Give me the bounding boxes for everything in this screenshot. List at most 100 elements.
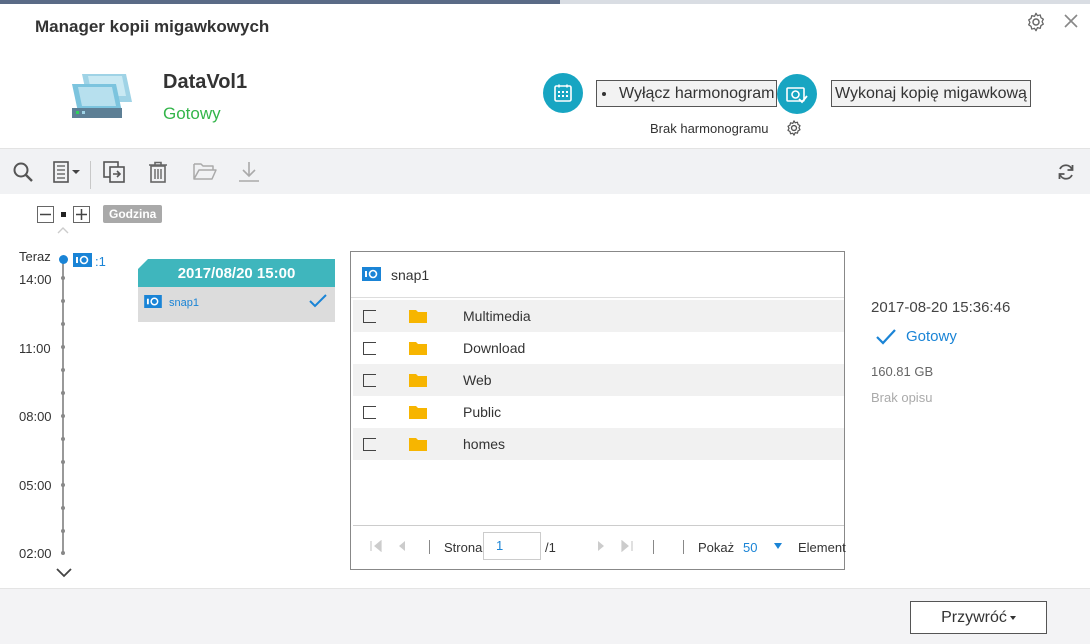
close-icon[interactable] xyxy=(1062,12,1080,30)
folder-name: Web xyxy=(463,372,492,388)
volume-status: Gotowy xyxy=(163,104,221,123)
timeline-time-label: 14:00 xyxy=(19,272,52,287)
row-checkbox[interactable] xyxy=(363,406,376,419)
file-browser-snapshot-name: snap1 xyxy=(391,267,430,283)
pager-separator xyxy=(429,540,430,554)
bullet-icon xyxy=(602,92,606,96)
folder-row[interactable]: Public xyxy=(353,396,844,428)
checkmark-icon xyxy=(876,329,896,345)
timeline-tick xyxy=(61,299,65,303)
snapshot-count[interactable]: :1 xyxy=(95,254,106,269)
view-options-icon[interactable] xyxy=(52,161,86,183)
show-label: Pokaż xyxy=(698,540,735,555)
first-page-icon[interactable] xyxy=(369,540,383,552)
folder-row[interactable]: homes xyxy=(353,428,844,460)
folder-icon xyxy=(409,438,427,451)
disable-schedule-label: Wyłącz harmonogram xyxy=(619,85,775,102)
zoom-out-button[interactable] xyxy=(37,206,54,223)
row-checkbox[interactable] xyxy=(363,342,376,355)
items-per-page-select[interactable]: 50 xyxy=(743,540,757,555)
last-page-icon[interactable] xyxy=(620,540,634,552)
folder-row[interactable]: Web xyxy=(353,364,844,396)
previous-page-icon[interactable] xyxy=(397,540,407,552)
scroll-down-icon[interactable] xyxy=(55,566,73,578)
next-page-icon[interactable] xyxy=(596,540,606,552)
snapshot-card-name: snap1 xyxy=(169,297,199,309)
storage-volume-icon xyxy=(72,74,132,118)
checkmark-icon xyxy=(309,294,327,308)
search-icon[interactable] xyxy=(12,161,34,183)
snapshot-card[interactable]: 2017/08/20 15:00 snap1 xyxy=(138,259,335,322)
open-folder-icon[interactable] xyxy=(193,161,217,181)
clone-icon[interactable] xyxy=(102,161,126,183)
plus-icon xyxy=(76,209,87,220)
row-checkbox[interactable] xyxy=(363,374,376,387)
page-number-input[interactable]: 1 xyxy=(483,532,541,560)
toolbar xyxy=(0,148,1090,194)
chevron-down-icon[interactable] xyxy=(774,543,782,549)
gear-icon[interactable] xyxy=(1025,11,1047,33)
timeline-now-marker xyxy=(59,255,68,264)
folder-row[interactable]: Multimedia xyxy=(353,300,844,332)
snapshot-card-item[interactable]: snap1 xyxy=(138,287,335,322)
folder-name: Multimedia xyxy=(463,308,531,324)
snapshot-detail-description: Brak opisu xyxy=(871,390,933,405)
timeline-tick xyxy=(61,276,65,280)
zoom-in-button[interactable] xyxy=(73,206,90,223)
timeline-time-label: 08:00 xyxy=(19,409,52,424)
timeline-tick xyxy=(61,345,65,349)
pager-separator xyxy=(653,540,654,554)
page-total: /1 xyxy=(545,540,556,555)
snapshot-detail-size: 160.81 GB xyxy=(871,364,934,379)
folder-icon xyxy=(409,310,427,323)
snapshot-camera-icon[interactable] xyxy=(73,253,92,267)
window-title: Manager kopii migawkowych xyxy=(35,17,270,36)
take-snapshot-button[interactable]: Wykonaj kopię migawkową xyxy=(831,80,1031,107)
folder-name: homes xyxy=(463,436,506,452)
folder-row[interactable]: Download xyxy=(353,332,844,364)
snapshot-camera-icon xyxy=(362,267,381,281)
timeline-tick xyxy=(61,391,65,395)
pagination-bar: Strona 1 /1 Pokaż 50 Element xyxy=(353,525,846,565)
restore-button-label: Przywróć xyxy=(941,609,1007,626)
zoom-level-indicator xyxy=(61,212,66,217)
folder-icon xyxy=(409,406,427,419)
scroll-up-icon[interactable] xyxy=(57,226,69,234)
snapshot-detail-status: Gotowy xyxy=(906,328,957,345)
toolbar-separator xyxy=(90,161,91,189)
snapshot-camera-icon xyxy=(144,295,162,308)
row-checkbox[interactable] xyxy=(363,310,376,323)
top-accent-bar xyxy=(0,0,1090,4)
calendar-icon xyxy=(554,84,572,102)
timeline-tick xyxy=(61,506,65,510)
restore-button[interactable]: Przywróć xyxy=(910,601,1047,634)
delete-icon[interactable] xyxy=(148,161,168,183)
timeline-time-label: 05:00 xyxy=(19,478,52,493)
timeline-tick xyxy=(61,368,65,372)
disable-schedule-button[interactable]: Wyłącz harmonogram xyxy=(596,80,777,107)
file-browser-header: snap1 xyxy=(351,252,844,298)
snapshot-file-browser: snap1 Multimedia Download Web Public hom… xyxy=(350,251,846,570)
timeline-axis xyxy=(62,262,64,554)
schedule-status-text: Brak harmonogramu xyxy=(650,121,769,136)
row-checkbox[interactable] xyxy=(363,438,376,451)
timeline-tick xyxy=(61,414,65,418)
folder-icon xyxy=(409,342,427,355)
chevron-down-icon xyxy=(1009,615,1016,620)
timeline-time-label: 11:00 xyxy=(19,341,51,356)
page-label: Strona xyxy=(444,540,483,555)
folder-name: Public xyxy=(463,404,502,420)
schedule-icon-button[interactable] xyxy=(543,73,583,113)
snapshot-icon-button[interactable] xyxy=(777,74,817,114)
top-accent-segment xyxy=(0,0,560,4)
timeline-tick xyxy=(61,529,65,533)
download-icon[interactable] xyxy=(238,161,260,183)
schedule-settings-gear-icon[interactable] xyxy=(785,119,803,137)
timeline-tick xyxy=(61,437,65,441)
timeline-now-label: Teraz xyxy=(19,249,51,264)
timeline-time-label: 02:00 xyxy=(19,546,52,561)
timeline-tick xyxy=(61,322,65,326)
snapshot-detail-datetime: 2017-08-20 15:36:46 xyxy=(871,299,1011,316)
pager-separator xyxy=(683,540,684,554)
refresh-icon[interactable] xyxy=(1057,163,1075,181)
